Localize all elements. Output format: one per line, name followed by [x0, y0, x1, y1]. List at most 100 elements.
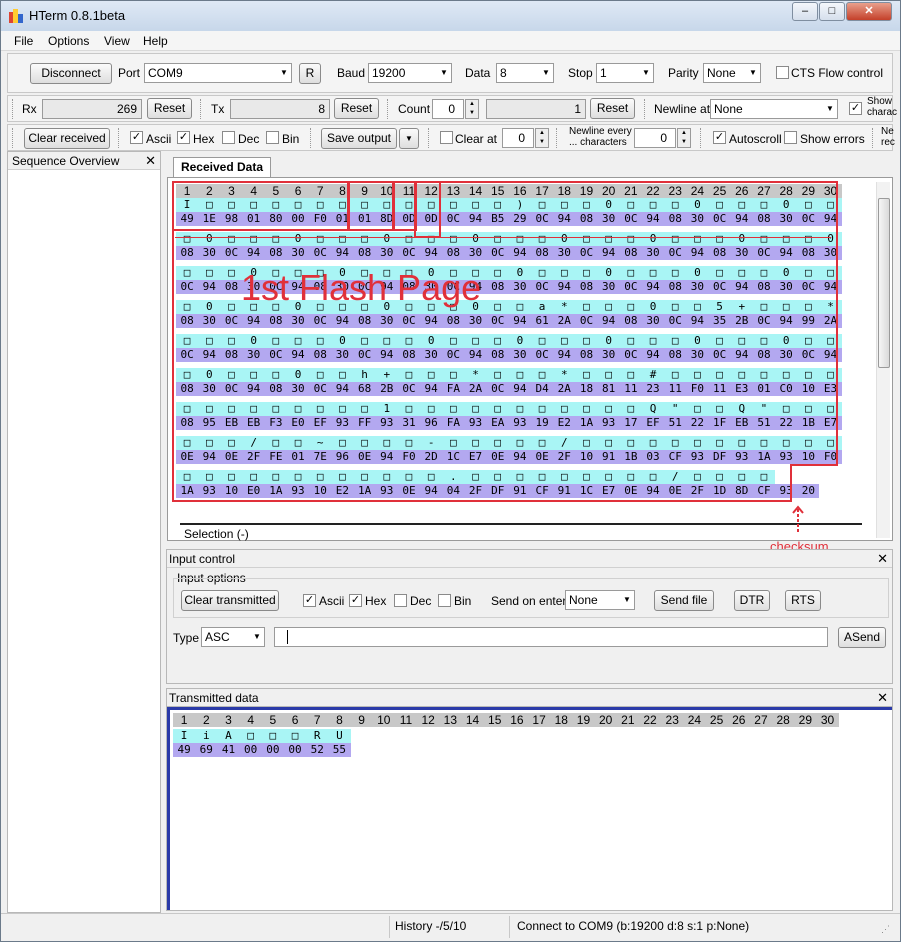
newline-every-input[interactable]: 0: [634, 128, 676, 148]
hex-label: Hex: [193, 132, 215, 146]
send-file-button[interactable]: Send file: [654, 590, 714, 611]
tab-received-data[interactable]: Received Data: [173, 157, 271, 177]
close-icon[interactable]: ✕: [145, 152, 156, 170]
column-number: 28: [772, 713, 795, 727]
toolbar-grip[interactable]: [428, 128, 432, 148]
history-status: History -/5/10: [395, 919, 467, 933]
dtr-button[interactable]: DTR: [734, 590, 770, 611]
asend-button[interactable]: ASend: [838, 627, 886, 648]
annotation-divider: [175, 237, 831, 238]
chevron-down-icon: ▼: [623, 595, 631, 604]
toolbar-grip[interactable]: [12, 99, 16, 119]
maximize-button[interactable]: □: [819, 2, 845, 21]
transmitted-data-panel: 1 2 3 4 5 6 7 8 9 10 11 12 13 14 15 16 17 18 19 20 21 22 23 24 2…: [166, 706, 893, 911]
toolbar-grip[interactable]: [872, 128, 876, 148]
ascii-cell: □: [261, 729, 284, 743]
count-label: Count: [398, 102, 431, 116]
menu-options[interactable]: Options: [48, 34, 89, 48]
newline-every-spinner[interactable]: ▲ ▼: [677, 128, 691, 148]
chevron-down-icon: ▼: [749, 68, 757, 77]
show-control-checkbox[interactable]: ✓: [849, 102, 862, 115]
input-control-panel: Input control ✕ Input options Clear tran…: [166, 549, 893, 684]
rts-button[interactable]: RTS: [785, 590, 821, 611]
scrollbar-thumb[interactable]: [878, 198, 890, 368]
toolbar-grip[interactable]: [118, 128, 122, 148]
toolbar-grip[interactable]: [200, 99, 204, 119]
send-on-enter-select[interactable]: None ▼: [565, 590, 635, 610]
count-input[interactable]: 0: [432, 99, 464, 119]
minimize-button[interactable]: ‒: [792, 2, 818, 21]
input-ascii-checkbox[interactable]: ✓: [303, 594, 316, 607]
ascii-label: Ascii: [146, 132, 172, 146]
send-on-enter-label: Send on enter: [491, 594, 567, 608]
disconnect-button[interactable]: Disconnect: [30, 63, 112, 84]
dec-label: Dec: [238, 132, 260, 146]
input-control-header: Input control ✕: [167, 550, 892, 568]
bin-checkbox[interactable]: [266, 131, 279, 144]
count-reset-button[interactable]: Reset: [590, 98, 635, 119]
menu-file[interactable]: File: [14, 34, 33, 48]
input-dec-checkbox[interactable]: [394, 594, 407, 607]
column-number: 8: [328, 713, 351, 727]
input-hex-checkbox[interactable]: ✓: [349, 594, 362, 607]
hex-checkbox[interactable]: ✓: [177, 131, 190, 144]
chevron-down-icon: ▼: [826, 104, 834, 113]
autoscroll-checkbox[interactable]: ✓: [713, 131, 726, 144]
resize-grip-icon[interactable]: ⋰: [881, 924, 890, 935]
tx-reset-button[interactable]: Reset: [334, 98, 379, 119]
selection-label: Selection (-): [184, 527, 249, 541]
show-errors-checkbox[interactable]: [784, 131, 797, 144]
hex-cell: 49: [173, 743, 196, 757]
dec-checkbox[interactable]: [222, 131, 235, 144]
menu-bar: File Options View Help: [1, 31, 900, 51]
toolbar-grip[interactable]: [556, 128, 560, 148]
column-number: 27: [749, 713, 773, 727]
column-number: 29: [794, 713, 817, 727]
ascii-checkbox[interactable]: ✓: [130, 131, 143, 144]
transmit-input[interactable]: [274, 627, 828, 647]
rx-reset-button[interactable]: Reset: [147, 98, 192, 119]
vertical-scrollbar[interactable]: [876, 182, 890, 538]
clear-at-label: Clear at: [455, 132, 498, 146]
clear-transmitted-button[interactable]: Clear transmitted: [181, 590, 279, 611]
newline-at-select[interactable]: None ▼: [710, 99, 838, 119]
ascii-cell: A: [217, 729, 240, 743]
clear-at-spinner[interactable]: ▲ ▼: [535, 128, 549, 148]
cts-flow-checkbox[interactable]: [776, 66, 789, 79]
rx-count: 269: [42, 99, 142, 119]
close-window-button[interactable]: ✕: [846, 2, 892, 21]
count-value: 1: [486, 99, 586, 119]
baud-select[interactable]: 19200 ▼: [368, 63, 452, 83]
count-spinner[interactable]: ▲ ▼: [465, 99, 479, 119]
toolbar-grip[interactable]: [644, 99, 648, 119]
data-bits-select[interactable]: 8 ▼: [496, 63, 554, 83]
input-hex-label: Hex: [365, 594, 387, 608]
menu-help[interactable]: Help: [143, 34, 168, 48]
clear-received-button[interactable]: Clear received: [24, 128, 110, 149]
ascii-cell: i: [195, 729, 218, 743]
window-title: HTerm 0.8.1beta: [29, 8, 126, 23]
input-type-select[interactable]: ASC ▼: [201, 627, 265, 647]
column-number: 12: [417, 713, 440, 727]
selection-divider: [180, 523, 862, 525]
toolbar-grip[interactable]: [700, 128, 704, 148]
close-icon[interactable]: ✕: [877, 550, 888, 568]
column-number: 22: [638, 713, 662, 727]
menu-view[interactable]: View: [104, 34, 130, 48]
ascii-cell: I: [173, 729, 196, 743]
transmitted-data-title: Transmitted data: [169, 691, 259, 705]
clear-at-checkbox[interactable]: [440, 131, 453, 144]
parity-select[interactable]: None ▼: [703, 63, 761, 83]
toolbar-grip[interactable]: [310, 128, 314, 148]
toolbar-grip[interactable]: [12, 128, 16, 148]
save-output-dropdown[interactable]: ▼: [399, 128, 419, 149]
toolbar-grip[interactable]: [387, 99, 391, 119]
port-select[interactable]: COM9 ▼: [144, 63, 292, 83]
close-icon[interactable]: ✕: [877, 689, 888, 707]
save-output-button[interactable]: Save output: [321, 128, 397, 149]
refresh-ports-button[interactable]: R: [299, 63, 321, 84]
stop-bits-select[interactable]: 1 ▼: [596, 63, 654, 83]
input-bin-checkbox[interactable]: [438, 594, 451, 607]
clear-at-input[interactable]: 0: [502, 128, 534, 148]
column-number: 1: [173, 713, 196, 727]
